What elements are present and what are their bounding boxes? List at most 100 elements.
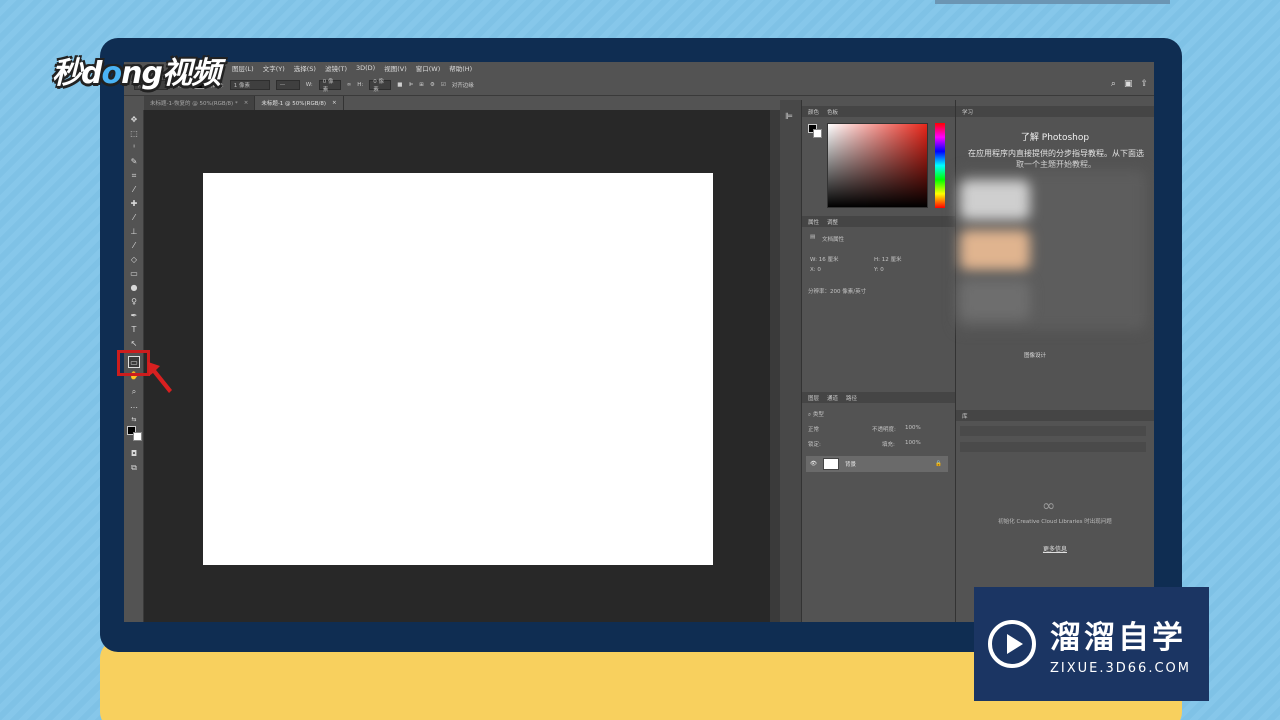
- dodge-tool-icon[interactable]: ♀: [128, 296, 140, 308]
- height-label: H:: [357, 81, 364, 88]
- workspace-icon[interactable]: ▣: [1124, 79, 1133, 89]
- panel-color-swatches[interactable]: [808, 124, 822, 138]
- tutorial-thumb-2: [960, 230, 1030, 270]
- logo-text-post: ng视频: [121, 56, 221, 91]
- stroke-type-select[interactable]: —: [275, 79, 300, 90]
- learn-panel-header: 学习: [956, 106, 1154, 117]
- tab-color[interactable]: 颜色: [808, 108, 819, 116]
- share-icon[interactable]: ⇪: [1140, 79, 1148, 89]
- doc-properties-title: 文档属性: [822, 237, 845, 243]
- close-icon[interactable]: ×: [244, 100, 249, 106]
- fill-field[interactable]: 100%: [905, 440, 921, 446]
- play-logo-icon: [988, 620, 1036, 668]
- align-edges-checkbox[interactable]: ☑: [441, 82, 446, 88]
- color-swatches[interactable]: [127, 426, 143, 442]
- document-tabs: 未标题-1-恢复的 @ 50%(RGB/8) * × 未标题-1 @ 50%(R…: [144, 96, 344, 110]
- eraser-tool-icon[interactable]: ◇: [128, 254, 140, 266]
- pen-tool-icon[interactable]: ✒: [128, 310, 140, 322]
- library-select[interactable]: [960, 426, 1146, 436]
- tab-adjustments[interactable]: 调整: [827, 218, 838, 226]
- tab-swatches[interactable]: 色板: [827, 108, 838, 116]
- canvas-workspace[interactable]: [144, 110, 770, 622]
- learn-title: 了解 Photoshop: [1020, 133, 1090, 143]
- close-icon[interactable]: ×: [332, 100, 337, 106]
- path-ops-icon[interactable]: ■: [397, 82, 402, 88]
- menu-layer[interactable]: 图层(L): [232, 63, 254, 73]
- hue-slider[interactable]: [935, 123, 945, 208]
- watermark: 溜溜自学 ZIXUE.3D66.COM: [974, 587, 1209, 701]
- tab-learn[interactable]: 学习: [962, 108, 973, 116]
- document-icon: ▤: [810, 234, 816, 240]
- blend-mode-select[interactable]: 正常: [808, 425, 819, 433]
- width-field[interactable]: 0 像素: [318, 79, 341, 93]
- tab-properties[interactable]: 属性: [808, 218, 819, 226]
- quick-select-tool-icon[interactable]: ✎: [128, 156, 140, 168]
- menu-help[interactable]: 帮助(H): [449, 63, 472, 73]
- logo-text-pre: 秒d: [52, 56, 102, 91]
- stroke-width-field[interactable]: 1 像素: [229, 79, 270, 90]
- menu-filter[interactable]: 滤镜(T): [325, 63, 347, 73]
- gear-icon[interactable]: ⚙: [430, 82, 435, 88]
- tab-active-doc[interactable]: 未标题-1 @ 50%(RGB/8) ×: [255, 96, 344, 110]
- layer-row-background[interactable]: 👁 背景 🔒: [806, 456, 948, 472]
- menu-view[interactable]: 视图(V): [384, 63, 407, 73]
- gradient-tool-icon[interactable]: ▭: [128, 268, 140, 280]
- vertical-scrollbar[interactable]: [770, 110, 780, 622]
- link-icon[interactable]: ∞: [347, 82, 352, 88]
- more-tools-icon[interactable]: …: [128, 400, 140, 412]
- middle-panels: 颜色 色板 属性 调整 ▤ 文档属性 W: 16 厘米 H: 12 厘米 X: …: [802, 100, 956, 622]
- blur-tool-icon[interactable]: ●: [128, 282, 140, 294]
- menu-window[interactable]: 窗口(W): [416, 63, 441, 73]
- lock-icon: 🔒: [935, 461, 942, 467]
- tab-recovered-doc[interactable]: 未标题-1-恢复的 @ 50%(RGB/8) * ×: [144, 96, 256, 110]
- healing-brush-tool-icon[interactable]: ✚: [128, 198, 140, 210]
- zoom-tool-icon[interactable]: ⌕: [128, 386, 140, 398]
- menu-type[interactable]: 文字(Y): [263, 63, 285, 73]
- doc-width: W: 16 厘米: [810, 257, 839, 263]
- crop-tool-icon[interactable]: ⌗: [128, 170, 140, 182]
- watermark-url: ZIXUE.3D66.COM: [1050, 661, 1191, 676]
- brush-tool-icon[interactable]: ⁄: [128, 212, 140, 224]
- document-canvas[interactable]: [203, 173, 713, 565]
- logo-text-o: o: [101, 56, 122, 91]
- quick-mask-icon[interactable]: ◘: [128, 448, 140, 460]
- move-tool-icon[interactable]: ✥: [128, 114, 140, 126]
- type-tool-icon[interactable]: T: [128, 324, 140, 336]
- swap-colors-icon[interactable]: ⇆: [128, 414, 140, 426]
- history-brush-tool-icon[interactable]: ⁄: [128, 240, 140, 252]
- tab-label: 未标题-1 @ 50%(RGB/8): [261, 101, 327, 107]
- tutorial-item-label[interactable]: 图像设计: [1024, 351, 1046, 359]
- eyedropper-tool-icon[interactable]: ⁄: [128, 184, 140, 196]
- tab-paths[interactable]: 路径: [846, 394, 857, 402]
- history-icon[interactable]: ⊫: [785, 112, 793, 122]
- screen-mode-icon[interactable]: ⧉: [128, 462, 140, 474]
- marquee-tool-icon[interactable]: ⬚: [128, 128, 140, 140]
- doc-x: X: 0: [810, 267, 821, 273]
- library-search-input[interactable]: [960, 442, 1146, 452]
- layer-filter-select[interactable]: ⌕ 类型: [808, 410, 824, 419]
- opacity-field[interactable]: 100%: [905, 425, 921, 431]
- color-panel-header: 颜色 色板: [802, 106, 955, 117]
- watermark-title: 溜溜自学: [1050, 620, 1186, 656]
- layers-panel-header: 图层 通道 路径: [802, 392, 955, 403]
- height-field[interactable]: 0 像素: [369, 79, 392, 93]
- tab-layers[interactable]: 图层: [808, 394, 819, 402]
- eye-icon[interactable]: 👁: [810, 461, 817, 467]
- tab-channels[interactable]: 通道: [827, 394, 838, 402]
- layer-name: 背景: [844, 462, 856, 468]
- path-arrange-icon[interactable]: ⊞: [419, 82, 424, 88]
- stamp-tool-icon[interactable]: ⊥: [128, 226, 140, 238]
- color-picker-field[interactable]: [827, 123, 928, 208]
- search-icon[interactable]: ⌕: [1111, 79, 1116, 89]
- path-align-icon[interactable]: ⊫: [409, 82, 414, 88]
- lasso-tool-icon[interactable]: ᑊ: [128, 142, 140, 154]
- photoshop-window: 图层(L) 文字(Y) 选择(S) 滤镜(T) 3D(D) 视图(V) 窗口(W…: [124, 62, 1154, 622]
- path-select-tool-icon[interactable]: ↖: [128, 338, 140, 350]
- menu-3d[interactable]: 3D(D): [356, 64, 375, 72]
- menu-select[interactable]: 选择(S): [294, 63, 316, 73]
- tab-label: 未标题-1-恢复的 @ 50%(RGB/8) *: [150, 101, 238, 107]
- more-info-link[interactable]: 更多信息: [956, 544, 1154, 553]
- layer-filter-text: 类型: [812, 412, 824, 418]
- background-bar: [935, 0, 1170, 4]
- tab-libraries[interactable]: 库: [962, 412, 968, 420]
